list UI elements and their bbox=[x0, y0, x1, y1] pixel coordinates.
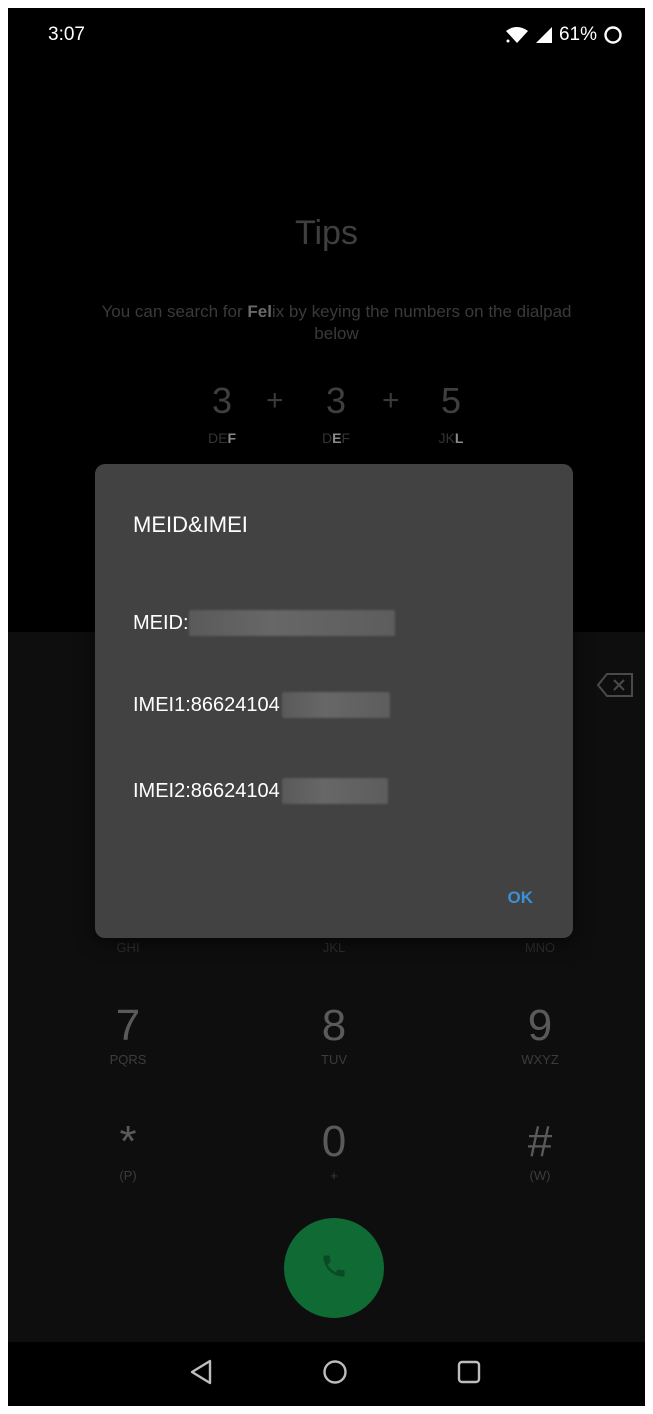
key-4-letters[interactable]: GHI bbox=[68, 940, 188, 955]
key-digit: 0 bbox=[321, 1117, 347, 1166]
seq-letters: DEF bbox=[321, 430, 351, 446]
navigation-bar bbox=[8, 1342, 645, 1406]
tips-title: Tips bbox=[295, 214, 358, 252]
dialog-title: MEID&IMEI bbox=[133, 512, 248, 537]
call-button[interactable] bbox=[284, 1218, 384, 1318]
ok-button[interactable]: OK bbox=[508, 888, 534, 908]
imei1-redacted-value bbox=[281, 692, 390, 718]
seq-digit: 3 bbox=[325, 380, 347, 421]
key-digit: 8 bbox=[321, 1001, 347, 1050]
tips-text: You can search for Felix by keying the n… bbox=[78, 301, 595, 345]
seq-plus: + bbox=[382, 384, 400, 417]
key-digit: * bbox=[119, 1117, 137, 1166]
key-letters: PQRS bbox=[109, 1052, 147, 1067]
dialpad-key-0[interactable]: 0 + bbox=[274, 1117, 394, 1184]
tips-text-prefix: You can search for bbox=[101, 302, 248, 321]
dialpad-key-8[interactable]: 8 TUV bbox=[274, 1001, 394, 1068]
key-6-letters[interactable]: MNO bbox=[480, 940, 600, 955]
phone-icon bbox=[320, 1252, 348, 1285]
key-digit: # bbox=[527, 1117, 553, 1166]
dialpad-key-9[interactable]: 9 WXYZ bbox=[480, 1001, 600, 1068]
key-5-letters[interactable]: JKL bbox=[274, 940, 394, 955]
seq-letters: JKL bbox=[438, 430, 464, 446]
seq-letters: DEF bbox=[207, 430, 236, 446]
meid-redacted-value bbox=[188, 610, 395, 636]
dialpad-key-hash[interactable]: # (W) bbox=[480, 1117, 600, 1184]
tips-text-suffix: ix by keying the numbers on the dialpad … bbox=[271, 302, 572, 343]
key-letters: + bbox=[330, 1168, 338, 1183]
key-letters: TUV bbox=[321, 1052, 347, 1067]
seq-plus: + bbox=[266, 384, 284, 417]
key-letters: WXYZ bbox=[521, 1052, 559, 1067]
tips-sequence: 3 DEF + 3 DEF + 5 JKL bbox=[8, 380, 645, 460]
home-icon[interactable] bbox=[321, 1358, 349, 1391]
imei1-row: IMEI1:86624104 bbox=[133, 692, 390, 718]
seq-digit: 5 bbox=[440, 380, 462, 421]
dialpad-key-7[interactable]: 7 PQRS bbox=[68, 1001, 188, 1068]
meid-row: MEID: bbox=[133, 610, 395, 636]
imei1-label: IMEI1:86624104 bbox=[133, 693, 280, 716]
imei2-row: IMEI2:86624104 bbox=[133, 778, 388, 804]
key-letters: (P) bbox=[119, 1168, 137, 1183]
phone-screen: 3:07 61% Tips You can search for Felix b… bbox=[8, 8, 645, 1406]
imei2-redacted-value bbox=[281, 778, 388, 804]
meid-label: MEID: bbox=[133, 611, 189, 634]
meid-imei-dialog: MEID&IMEI MEID: IMEI1:86624104 IMEI2:866… bbox=[95, 464, 573, 938]
key-digit: 7 bbox=[115, 1001, 141, 1050]
back-icon[interactable] bbox=[188, 1358, 214, 1391]
key-letters: (W) bbox=[529, 1168, 551, 1183]
imei2-label: IMEI2:86624104 bbox=[133, 779, 280, 802]
backspace-icon[interactable] bbox=[596, 672, 635, 698]
key-digit: 9 bbox=[527, 1001, 553, 1050]
recents-icon[interactable] bbox=[455, 1358, 483, 1391]
dialpad-key-star[interactable]: * (P) bbox=[68, 1117, 188, 1184]
tips-text-bold: Fel bbox=[247, 302, 272, 321]
seq-digit: 3 bbox=[211, 380, 233, 421]
